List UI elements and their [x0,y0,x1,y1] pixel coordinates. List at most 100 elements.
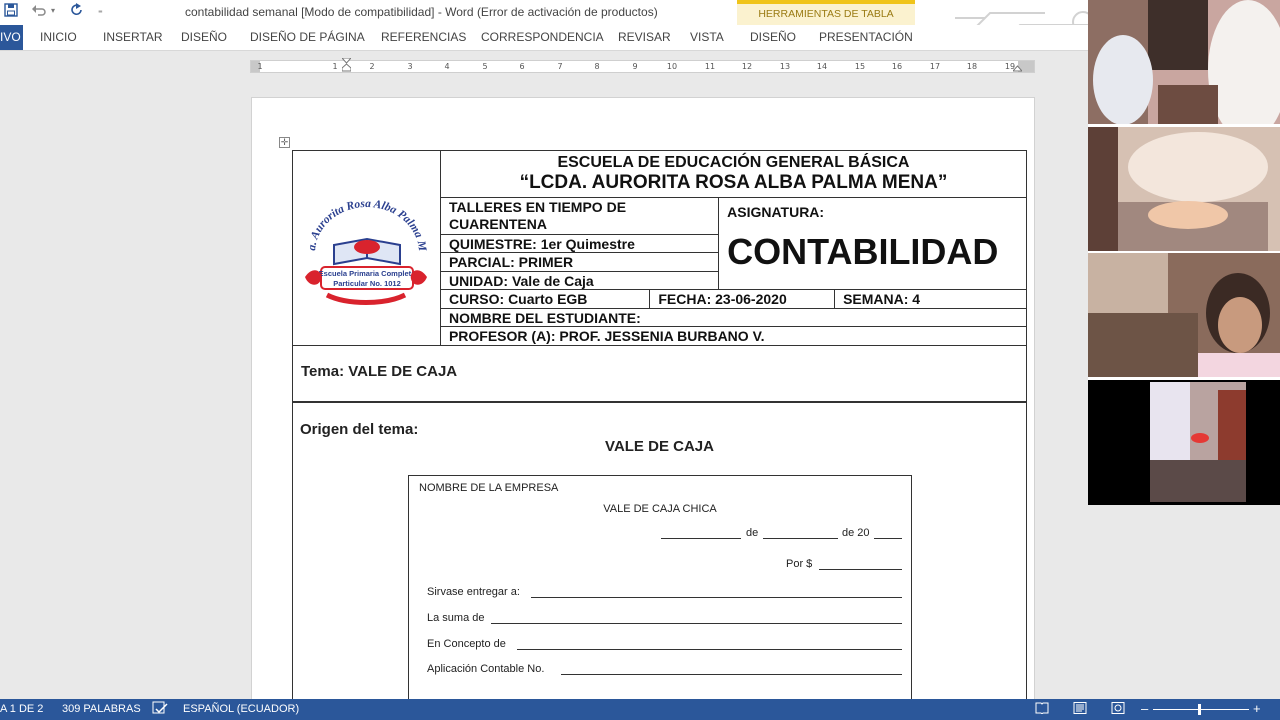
school-logo-cell: Lcda. Aurorita Rosa Alba Palma Mena Escu… [292,150,441,346]
print-layout-icon[interactable] [1073,702,1087,717]
unidad-label: UNIDAD: Vale de Caja [439,271,720,290]
read-mode-icon[interactable] [1035,702,1049,717]
ruler-number: 1 [332,62,338,71]
estudiante-label: NOMBRE DEL ESTUDIANTE: [439,308,1028,327]
page-count[interactable]: A 1 DE 2 [0,703,43,715]
ruler-number: 12 [741,62,753,71]
customize-quick-access-icon[interactable]: ₌ [98,5,103,16]
zoom-slider-thumb[interactable] [1198,704,1201,715]
ruler-number: 11 [704,62,716,71]
ruler-number: 17 [929,62,941,71]
ruler-number: 8 [594,62,600,71]
proofing-icon[interactable] [152,701,168,718]
school-logo: Lcda. Aurorita Rosa Alba Palma Mena Escu… [293,178,429,305]
tab-revisar[interactable]: REVISAR [618,30,671,44]
ruler-number: 2 [369,62,375,71]
voucher-sirvase-line [531,597,902,598]
origen-section: Origen del tema: VALE DE CAJA NOMBRE DE … [292,402,1027,716]
asignatura-cell: ASIGNATURA: CONTABILIDAD [718,197,1027,290]
profesor-label: PROFESOR (A): PROF. JESSENIA BURBANO V. [439,326,1028,346]
header-table: Lcda. Aurorita Rosa Alba Palma Mena Escu… [292,150,1028,346]
voucher-concepto-line [517,649,902,650]
tab-inicio[interactable]: INICIO [40,30,77,44]
ruler-number: 4 [444,62,450,71]
indent-marker-icon[interactable] [342,58,351,78]
tab-insertar[interactable]: INSERTAR [103,30,163,44]
redo-icon[interactable] [70,3,84,20]
ruler-number: 10 [666,62,678,71]
asignatura-label: ASIGNATURA: [727,204,825,220]
ruler-number: 6 [519,62,525,71]
voucher-day-line [661,538,741,539]
window-title: contabilidad semanal [Modo de compatibil… [185,5,658,19]
participant-video-3[interactable] [1088,253,1280,377]
undo-icon[interactable] [31,3,47,20]
participant-video-1[interactable] [1088,0,1280,124]
video-call-panel [1088,0,1280,505]
asignatura-value: CONTABILIDAD [727,231,999,272]
talleres-label: TALLERES EN TIEMPO DE CUARENTENA [439,197,720,235]
svg-text:Particular No. 1012: Particular No. 1012 [334,279,402,288]
quimestre-label: QUIMESTRE: 1er Quimestre [439,234,720,253]
ruler-number: 14 [816,62,828,71]
participant-video-4[interactable] [1088,380,1280,505]
undo-dropdown-icon[interactable]: ▾ [51,6,55,15]
voucher-aplicacion-label: Aplicación Contable No. [427,663,545,675]
school-line-1: ESCUELA DE EDUCACIÓN GENERAL BÁSICA [557,154,910,171]
voucher-concepto-label: En Concepto de [427,638,506,650]
voucher-suma-label: La suma de [427,612,485,624]
tema-row: Tema: VALE DE CAJA [292,346,1027,402]
ruler-number: 7 [557,62,563,71]
ruler-number: 18 [966,62,978,71]
tema-label: Tema: VALE DE CAJA [301,363,458,380]
ribbon-tabs: IVO INICIO INSERTAR DISEÑO DISEÑO DE PÁG… [0,25,1088,51]
zoom-slider-track[interactable] [1153,709,1249,710]
word-count[interactable]: 309 PALABRAS [62,703,141,715]
tab-referencias[interactable]: REFERENCIAS [381,30,466,44]
fecha-label: FECHA: 23-06-2020 [649,289,836,309]
tab-diseno[interactable]: DISEÑO [181,30,227,44]
ruler-number: 16 [891,62,903,71]
document-page[interactable]: ✛ Lcda. Aurorita Rosa Alba Palma Mena Es… [251,97,1035,717]
ruler-number: 5 [482,62,488,71]
school-line-2: “LCDA. AURORITA ROSA ALBA PALMA MENA” [519,172,948,193]
parcial-label: PARCIAL: PRIMER [439,252,720,272]
language-indicator[interactable]: ESPAÑOL (ECUADOR) [183,703,299,715]
voucher-month-line [763,538,838,539]
web-layout-icon[interactable] [1111,702,1125,717]
table-move-handle-icon[interactable]: ✛ [279,137,290,148]
save-icon[interactable] [4,3,18,20]
ruler-number: 13 [779,62,791,71]
svg-text:Escuela Primaria Completa: Escuela Primaria Completa [319,269,417,278]
participant-video-2[interactable] [1088,127,1280,251]
voucher-company-label: NOMBRE DE LA EMPRESA [419,482,559,494]
tab-correspondencia[interactable]: CORRESPONDENCIA [481,30,604,44]
ruler-number: 1 [257,62,263,71]
tab-file[interactable]: IVO [0,25,23,50]
zoom-out-icon[interactable]: – [1141,701,1148,716]
voucher-year-line [874,538,902,539]
ruler-number: 3 [407,62,413,71]
semana-label: SEMANA: 4 [834,289,1027,309]
origen-label: Origen del tema: [300,421,419,438]
tab-vista[interactable]: VISTA [690,30,724,44]
voucher-form: NOMBRE DE LA EMPRESA VALE DE CAJA CHICA … [408,475,912,715]
voucher-year-label: de 20 [842,527,870,539]
status-bar: A 1 DE 2 309 PALABRAS ESPAÑOL (ECUADOR) … [0,699,1280,720]
voucher-amount-line [819,569,902,570]
right-indent-marker-icon[interactable] [1013,63,1022,72]
tab-diseno-de-pagina[interactable]: DISEÑO DE PÁGINA [250,30,365,44]
voucher-de-label: de [746,527,759,539]
table-tools-context-label: HERRAMIENTAS DE TABLA [737,0,915,25]
ruler-number: 15 [854,62,866,71]
ruler-number: 9 [632,62,638,71]
voucher-amount-label: Por $ [786,558,813,570]
voucher-title: VALE DE CAJA CHICA [603,503,717,515]
horizontal-ruler[interactable]: 1 1 2 3 4 5 6 7 8 9 10 11 12 13 14 15 16… [250,58,1035,73]
zoom-in-icon[interactable]: + [1253,701,1261,716]
voucher-sirvase-label: Sirvase entregar a: [427,586,520,598]
tab-presentacion[interactable]: PRESENTACIÓN [819,30,913,44]
school-name-cell: ESCUELA DE EDUCACIÓN GENERAL BÁSICA “LCD… [439,150,1028,198]
tab-table-diseno[interactable]: DISEÑO [750,30,796,44]
vale-de-caja-title: VALE DE CAJA [605,438,714,455]
